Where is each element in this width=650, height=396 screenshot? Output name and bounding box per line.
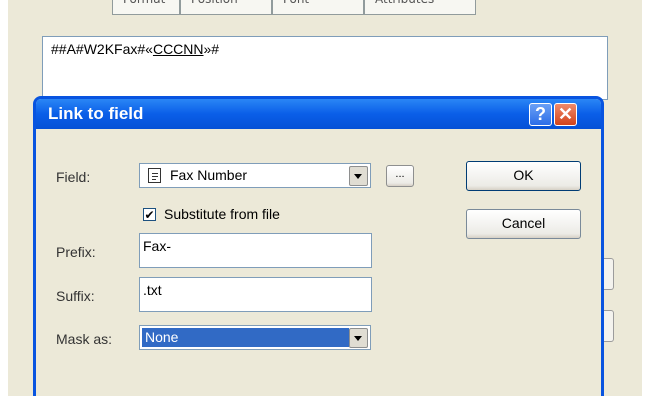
parent-tabstrip: Format Position Font Attributes [112,0,476,15]
document-icon [148,168,161,183]
tab-1[interactable]: Format [112,0,180,15]
field-select-value: Fax Number [170,167,248,183]
suffix-input-value: .txt [143,282,162,298]
help-button[interactable]: ? [529,103,552,126]
parent-button-edge[interactable] [604,258,614,290]
mask-select-value: None [145,329,179,345]
parent-button-edge[interactable] [604,310,614,342]
ok-button[interactable]: OK [466,161,581,191]
prefix-input[interactable]: Fax- [139,233,372,268]
browse-button[interactable]: ... [386,165,414,187]
title-bar[interactable]: Link to field ? ✕ [36,99,601,129]
suffix-input[interactable]: .txt [139,277,372,312]
tab-position[interactable]: Font [272,0,364,15]
field-code-textarea[interactable]: ##A#W2KFax#«CCCNN»# [42,36,608,100]
substitute-label[interactable]: Substitute from file [164,206,280,222]
link-to-field-dialog: Link to field ? ✕ Field: Fax Number ... … [33,96,604,396]
field-select[interactable]: Fax Number [139,163,371,188]
chevron-down-icon[interactable] [349,328,368,348]
dialog-title: Link to field [48,104,144,123]
tab-format[interactable]: Position [180,0,272,15]
field-label: Field: [56,169,91,185]
tab-font[interactable]: Attributes [364,0,476,15]
chevron-down-icon[interactable] [349,166,368,186]
mask-label: Mask as: [56,331,113,347]
cancel-button[interactable]: Cancel [466,209,581,239]
field-code-text: ##A#W2KFax#«CCCNN»# [51,41,220,57]
prefix-input-value: Fax- [143,238,171,254]
substitute-checkbox[interactable]: ✔ [143,208,156,221]
mask-select[interactable]: None [139,325,371,350]
suffix-label: Suffix: [56,288,95,304]
close-button[interactable]: ✕ [554,103,577,126]
prefix-label: Prefix: [56,244,96,260]
